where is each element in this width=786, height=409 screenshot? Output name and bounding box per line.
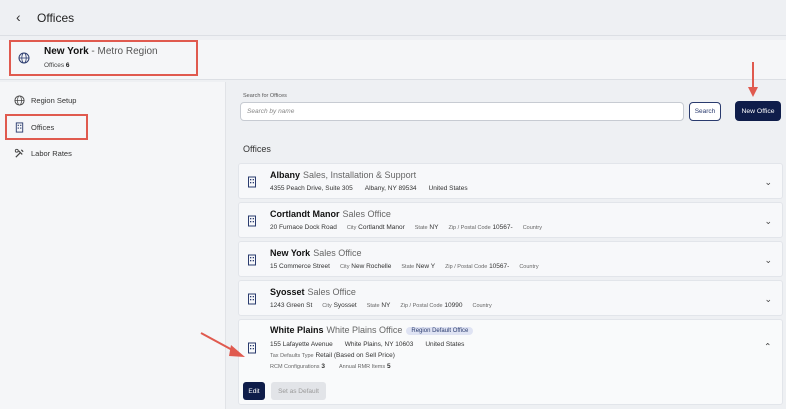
state: New Y (416, 263, 436, 270)
annotation-box-region (9, 40, 198, 76)
chevron-down-icon[interactable]: ⌄ (764, 294, 772, 305)
tools-icon (14, 148, 24, 158)
country: United States (428, 185, 468, 192)
city-label: City (322, 303, 332, 309)
edit-button[interactable]: Edit (243, 382, 265, 400)
office-address: 1243 Green St City Syosset State NY Zip / P… (270, 302, 492, 309)
top-bar: ‹ Offices (0, 0, 786, 36)
sidebar-item-labor-rates[interactable]: Labor Rates (14, 145, 72, 161)
back-arrow-icon[interactable]: ‹ (16, 9, 30, 25)
office-card-cortlandt-manor[interactable]: Cortlandt Manor Sales Office 20 Furnace D… (238, 202, 783, 238)
city-label: City (346, 225, 357, 231)
set-as-default-button[interactable]: Set as Default (271, 382, 326, 400)
office-type: Sales Office (342, 209, 391, 219)
office-tax-defaults: Tax Defaults Type Retail (Based on Sell … (270, 352, 395, 359)
rmr-value: 5 (386, 363, 391, 370)
tax-label: Tax Defaults Type (270, 353, 314, 359)
globe-icon (14, 94, 25, 106)
state-label: State (401, 264, 415, 270)
zip: 10567- (489, 263, 510, 270)
office-card-new-york[interactable]: New York Sales Office 15 Commerce Street C… (238, 241, 783, 277)
country: United States (425, 341, 465, 348)
country-label: Country (472, 303, 492, 309)
office-address: 20 Furnace Dock Road City Cortlandt Manor… (270, 224, 542, 231)
city: New Rochelle (351, 263, 392, 270)
zip: 10567- (492, 224, 513, 231)
city-line: White Plains, NY 10603 (344, 341, 414, 348)
office-type: White Plains Office (326, 325, 403, 335)
office-type: Sales, Installation & Support (303, 170, 417, 180)
city: Syosset (333, 302, 357, 309)
office-address: 4355 Peach Drive, Suite 305 Albany, NY 89… (270, 185, 468, 192)
building-icon (248, 342, 256, 354)
street: 1243 Green St (270, 302, 313, 309)
search-label: Search for Offices (243, 93, 287, 99)
annotation-arrow-diagonal (200, 332, 245, 357)
country-label: Country (519, 264, 539, 270)
annotation-box-offices (5, 114, 88, 140)
office-card-albany[interactable]: Albany Sales, Installation & Support 4355… (238, 163, 783, 199)
office-type: Sales Office (313, 248, 362, 258)
office-title: Cortlandt Manor (270, 209, 340, 219)
search-input[interactable] (240, 102, 684, 121)
chevron-down-icon[interactable]: ⌄ (764, 255, 772, 266)
office-type: Sales Office (307, 287, 356, 297)
street: 15 Commerce Street (270, 263, 330, 270)
building-icon (248, 176, 256, 188)
city-label: City (339, 264, 350, 270)
office-card-syosset[interactable]: Syosset Sales Office 1243 Green St City Sy… (238, 280, 783, 316)
zip: 10990 (444, 302, 463, 309)
country-label: Country (522, 225, 542, 231)
office-title: Syosset (270, 287, 305, 297)
search-button[interactable]: Search (689, 102, 721, 121)
office-title: Albany (270, 170, 301, 180)
zip-label: Zip / Postal Code (448, 225, 491, 231)
office-name: Cortlandt Manor Sales Office (270, 209, 391, 219)
tax-value: Retail (Based on Sell Price) (315, 352, 395, 359)
office-card-white-plains[interactable]: White Plains White Plains Office Region De… (238, 319, 783, 405)
default-office-badge: Region Default Office (406, 327, 474, 335)
state: NY (429, 224, 439, 231)
building-icon (248, 254, 256, 266)
sidebar-item-label: Labor Rates (31, 148, 72, 158)
building-icon (248, 215, 256, 227)
chevron-up-icon[interactable]: ⌄ (764, 340, 772, 351)
sidebar-item-region-setup[interactable]: Region Setup (14, 92, 76, 108)
zip-label: Zip / Postal Code (400, 303, 443, 309)
street: 20 Furnace Dock Road (270, 224, 337, 231)
office-config-counts: RCM Configurations 3 Annual RMR Items 5 (270, 363, 391, 370)
office-title: White Plains (270, 325, 324, 335)
sidebar-item-label: Region Setup (31, 95, 77, 105)
office-address: 155 Lafayette Avenue White Plains, NY 106… (270, 341, 464, 348)
state: NY (381, 302, 391, 309)
chevron-down-icon[interactable]: ⌄ (764, 177, 772, 188)
office-title: New York (270, 248, 311, 258)
chevron-down-icon[interactable]: ⌄ (764, 216, 772, 227)
zip-label: Zip / Postal Code (445, 264, 488, 270)
annotation-arrow-down (748, 62, 758, 97)
state-label: State (414, 225, 428, 231)
office-address: 15 Commerce Street City New Rochelle State… (270, 263, 539, 270)
building-icon (248, 293, 256, 305)
state-label: State (366, 303, 380, 309)
office-name: Syosset Sales Office (270, 287, 356, 297)
office-name: White Plains White Plains Office Region De… (270, 325, 474, 335)
street: 4355 Peach Drive, Suite 305 (270, 185, 353, 192)
rcm-label: RCM Configurations (270, 364, 320, 370)
street: 155 Lafayette Avenue (270, 341, 333, 348)
rmr-label: Annual RMR Items (338, 364, 386, 370)
new-office-button[interactable]: New Office (735, 101, 781, 121)
office-name: New York Sales Office (270, 248, 362, 258)
office-name: Albany Sales, Installation & Support (270, 170, 416, 180)
city: Cortlandt Manor (358, 224, 405, 231)
rcm-value: 3 (321, 363, 325, 370)
city-line: Albany, NY 89534 (364, 185, 417, 192)
page-title: Offices (37, 11, 75, 25)
offices-heading: Offices (243, 144, 271, 154)
